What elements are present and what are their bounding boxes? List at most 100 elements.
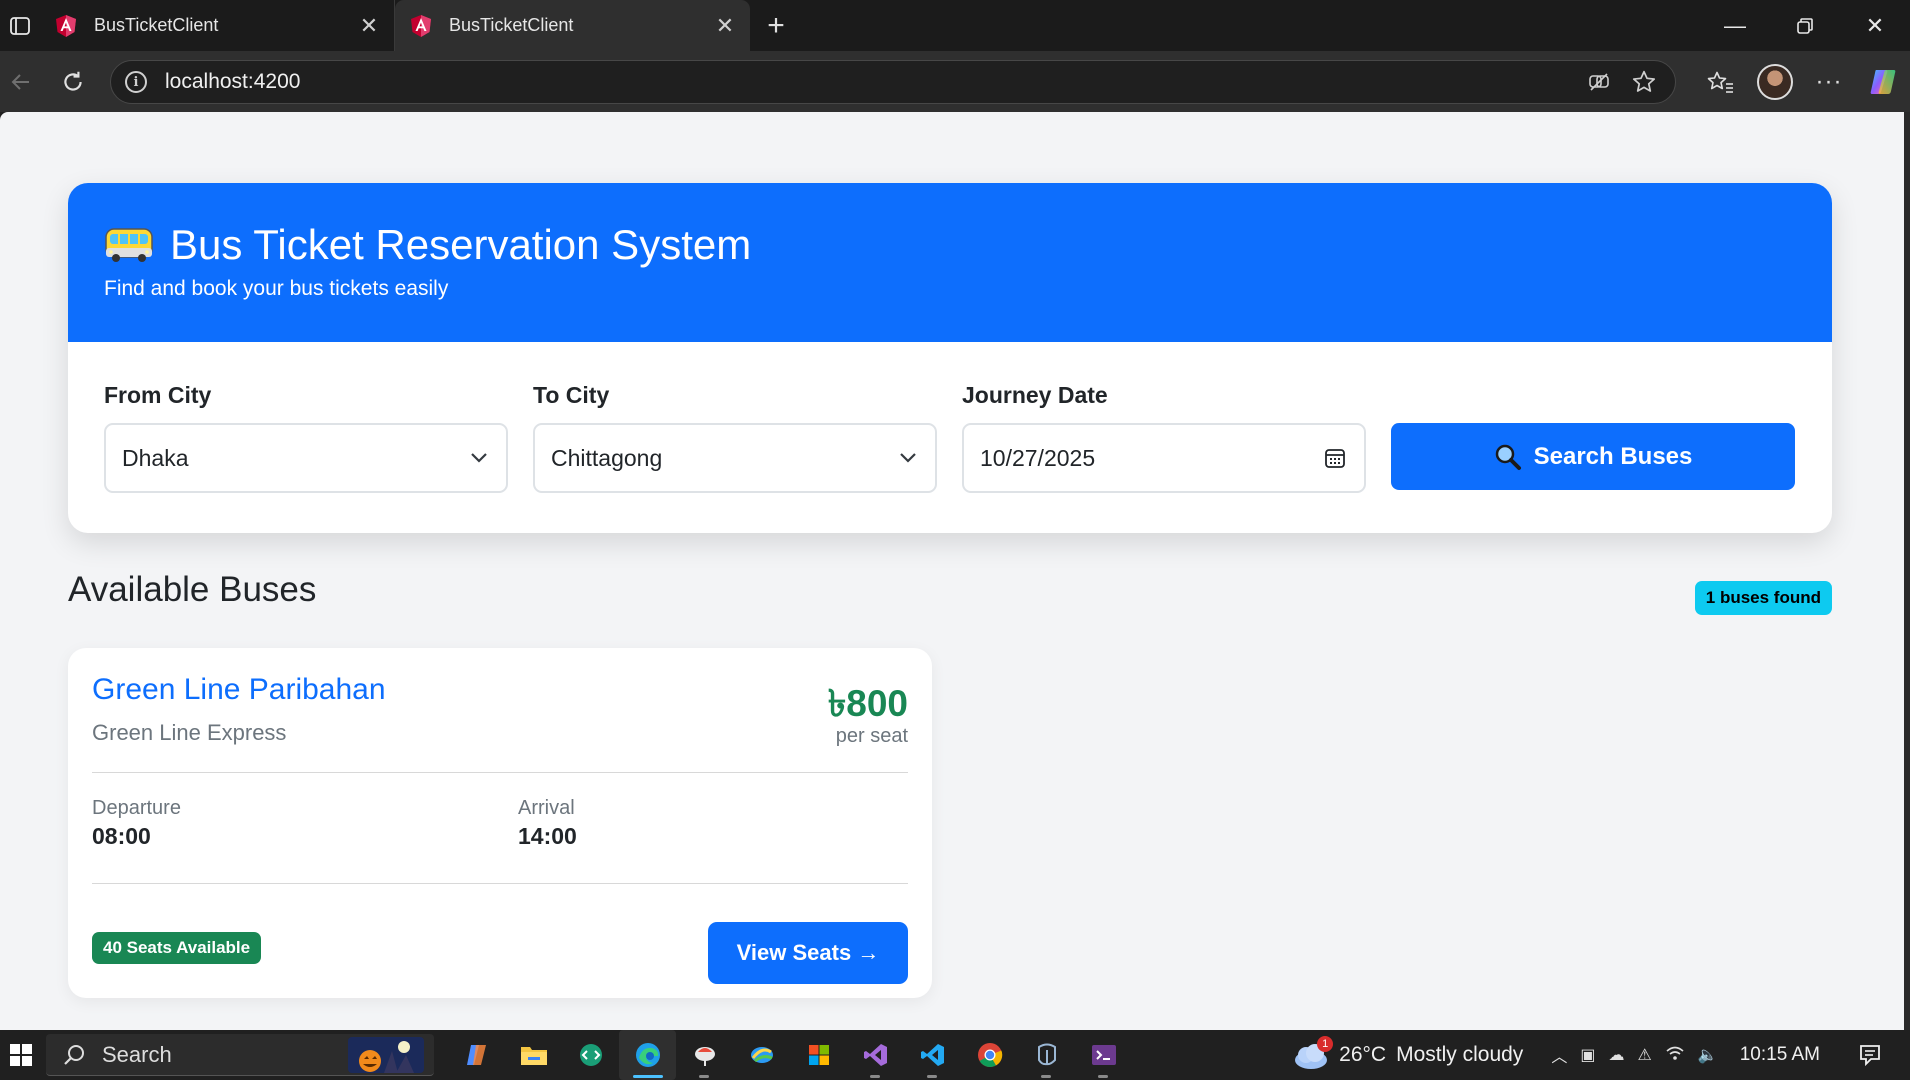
profile-button[interactable]	[1748, 63, 1802, 100]
toolbar-right: ···	[1694, 51, 1910, 112]
chevron-up-icon[interactable]: ︿	[1551, 1043, 1567, 1067]
close-window-icon[interactable]: ✕	[1840, 0, 1910, 51]
chevron-down-icon	[900, 453, 916, 463]
taskbar-apps	[448, 1030, 1132, 1080]
reload-button[interactable]	[52, 61, 94, 103]
close-tab-icon[interactable]: ✕	[356, 13, 382, 39]
url-text[interactable]: localhost:4200	[165, 70, 300, 94]
taskbar-app-devtool[interactable]	[562, 1030, 619, 1080]
taskbar-app-visual-studio[interactable]	[847, 1030, 904, 1080]
database-icon	[1037, 1043, 1056, 1066]
chevron-down-icon	[471, 453, 487, 463]
edge-icon	[635, 1043, 660, 1067]
from-city-label: From City	[104, 382, 212, 408]
system-tray: 1 26°C Mostly cloudy ︿ ▣ ☁ ⚠ 🔈 10:15 AM	[1291, 1030, 1910, 1080]
store-icon	[808, 1045, 829, 1065]
journey-date-input[interactable]: 10/27/2025	[962, 423, 1366, 493]
taskbar-search[interactable]: Search	[46, 1034, 434, 1076]
browser-tab-active[interactable]: BusTicketClient ✕	[395, 0, 750, 51]
angular-icon	[56, 14, 76, 37]
minimize-icon[interactable]: —	[1700, 0, 1770, 51]
battery-warning-icon[interactable]: ⚠	[1637, 1045, 1651, 1065]
search-icon	[64, 1044, 84, 1065]
taskbar-app-vscode[interactable]	[904, 1030, 961, 1080]
calendar-icon[interactable]	[1324, 447, 1346, 469]
taskbar-app-file-explorer[interactable]	[505, 1030, 562, 1080]
departure-time: 08:00	[92, 823, 151, 849]
volume-icon[interactable]: 🔈	[1698, 1045, 1718, 1065]
from-city-select[interactable]: Dhaka	[104, 423, 508, 493]
search-buses-button[interactable]: Search Buses	[1391, 423, 1795, 490]
address-bar[interactable]: i localhost:4200	[110, 60, 1676, 104]
favorite-star-icon[interactable]	[1631, 69, 1657, 95]
page-title-row: Bus Ticket Reservation System	[104, 221, 1832, 269]
reload-icon	[64, 71, 82, 91]
scrollbar[interactable]	[1904, 112, 1910, 1030]
to-city-field: To City Chittagong	[533, 383, 937, 493]
to-city-select[interactable]: Chittagong	[533, 423, 937, 493]
app-available-icon[interactable]	[1587, 70, 1611, 94]
weather-widget[interactable]: 1 26°C Mostly cloudy	[1291, 1036, 1524, 1070]
taskbar-app-copilot[interactable]	[448, 1030, 505, 1080]
favorites-icon	[1707, 71, 1733, 93]
back-button[interactable]	[0, 61, 42, 103]
price-unit: per seat	[835, 725, 908, 747]
vscode-icon	[920, 1044, 944, 1066]
departure-label: Departure	[92, 797, 181, 819]
from-city-field: From City Dhaka	[104, 383, 508, 493]
divider	[92, 883, 908, 884]
page-header: Bus Ticket Reservation System Find and b…	[68, 183, 1832, 342]
taskbar-app-snipping[interactable]	[676, 1030, 733, 1080]
tab-actions-button[interactable]	[0, 0, 40, 51]
avatar	[1757, 63, 1793, 100]
browser-tab[interactable]: BusTicketClient ✕	[40, 0, 395, 51]
window-controls: — ✕	[1700, 0, 1910, 51]
folder-icon	[520, 1047, 547, 1065]
weather-temp: 26°C	[1339, 1043, 1387, 1066]
copilot-button[interactable]	[1856, 66, 1910, 98]
bus-name: Green Line Express	[92, 720, 287, 745]
bus-card: Green Line Paribahan Green Line Express …	[68, 648, 932, 998]
taskbar-app-postgres[interactable]	[1018, 1030, 1075, 1080]
onedrive-icon[interactable]: ☁	[1608, 1045, 1624, 1065]
page-viewport: Bus Ticket Reservation System Find and b…	[0, 112, 1910, 1030]
photos-icon	[750, 1047, 773, 1063]
notifications-button[interactable]	[1850, 1043, 1890, 1067]
terminal-icon	[1091, 1045, 1116, 1065]
search-form: From City Dhaka To City Chittagong Journ…	[104, 383, 1798, 493]
tab-title: BusTicketClient	[94, 15, 219, 35]
seats-available-badge: 40 Seats Available	[92, 932, 262, 964]
meet-icon[interactable]: ▣	[1580, 1045, 1595, 1065]
cloud-icon: 1	[1291, 1036, 1334, 1070]
site-info-icon[interactable]: i	[125, 71, 147, 93]
taskbar-app-store[interactable]	[790, 1030, 847, 1080]
app-icon	[694, 1047, 715, 1066]
to-city-value: Chittagong	[551, 444, 663, 471]
tab-actions-icon	[10, 16, 30, 35]
search-buses-label: Search Buses	[1533, 442, 1693, 470]
taskbar-app-chrome[interactable]	[961, 1030, 1018, 1080]
code-app-icon	[579, 1044, 602, 1066]
windows-icon	[10, 1044, 32, 1066]
bus-icon	[105, 228, 153, 262]
more-menu-button[interactable]: ···	[1802, 68, 1856, 96]
clock[interactable]: 10:15 AM	[1740, 1044, 1820, 1066]
weather-desc: Mostly cloudy	[1396, 1043, 1524, 1066]
taskbar-app-terminal[interactable]	[1075, 1030, 1132, 1080]
from-city-value: Dhaka	[122, 444, 189, 471]
copilot-icon	[466, 1045, 486, 1065]
taskbar-app-edge[interactable]	[619, 1030, 676, 1080]
page-subtitle: Find and book your bus tickets easily	[104, 277, 449, 300]
back-arrow-icon	[11, 73, 29, 90]
notification-icon	[1860, 1045, 1880, 1067]
start-button[interactable]	[0, 1030, 42, 1080]
close-tab-icon[interactable]: ✕	[712, 13, 738, 39]
favorites-button[interactable]	[1694, 69, 1748, 95]
wifi-icon[interactable]	[1665, 1044, 1685, 1067]
view-seats-button[interactable]: View Seats →	[708, 922, 908, 984]
tab-title: BusTicketClient	[449, 15, 574, 35]
tray-icons: ︿ ▣ ☁ ⚠ 🔈	[1551, 1043, 1718, 1067]
restore-icon[interactable]	[1770, 0, 1840, 51]
new-tab-button[interactable]: +	[750, 0, 802, 51]
taskbar-app-photos[interactable]	[733, 1030, 790, 1080]
